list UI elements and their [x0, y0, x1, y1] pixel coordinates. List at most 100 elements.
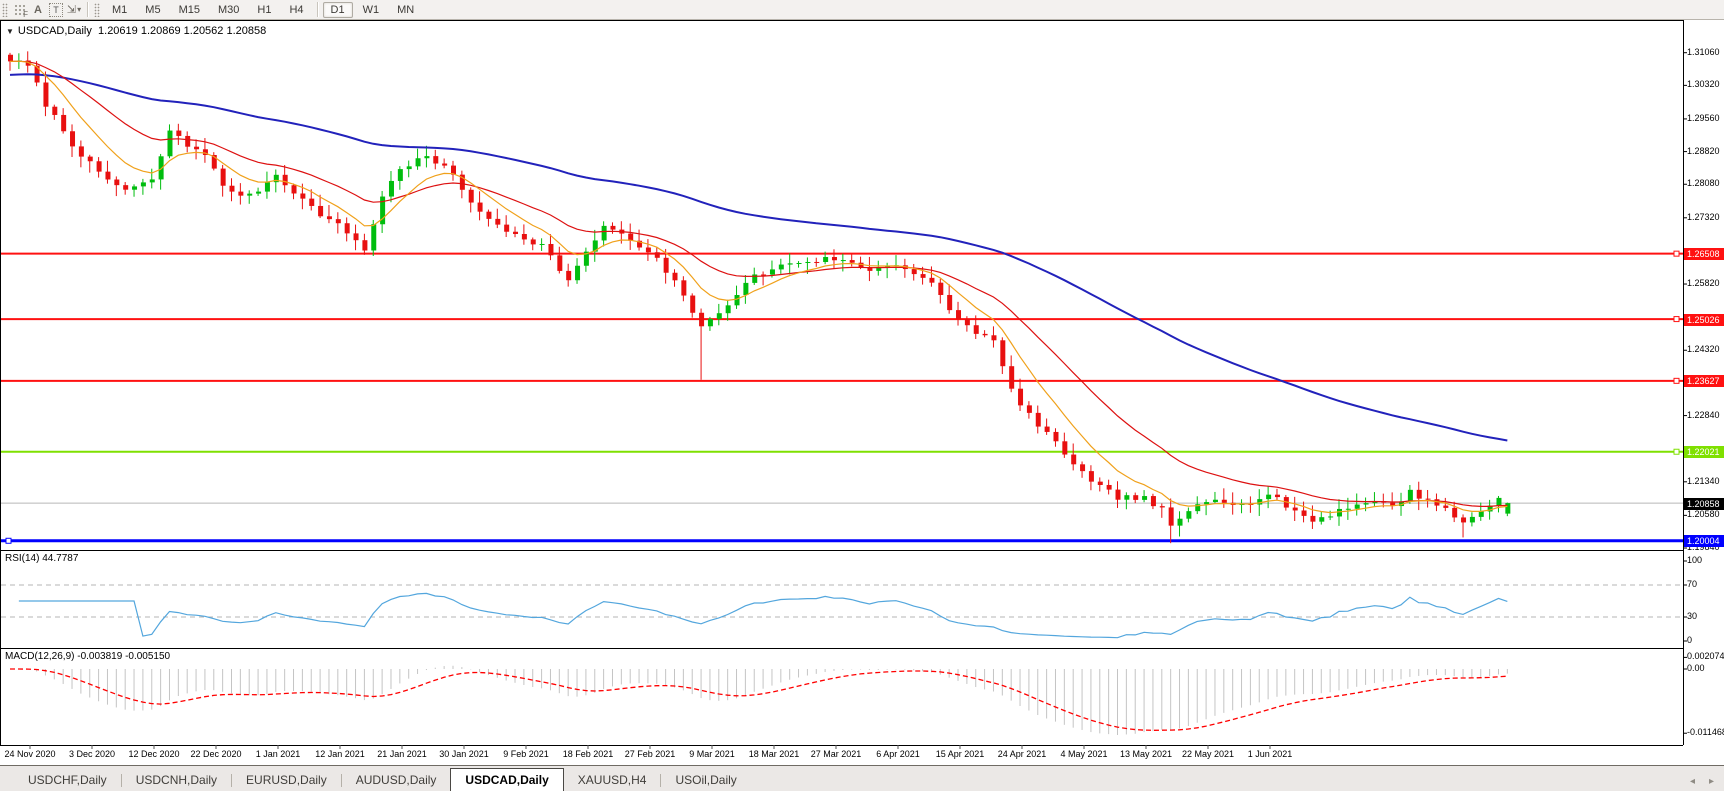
candle-body — [716, 313, 722, 319]
candle-body — [672, 272, 678, 281]
candle-body — [247, 193, 253, 196]
candle-body — [256, 191, 262, 194]
candle-body — [1469, 516, 1475, 523]
candle-body — [1452, 507, 1458, 518]
horizontal-lines[interactable] — [1, 250, 1683, 544]
candle-body — [1461, 517, 1467, 523]
candle-body — [468, 189, 474, 203]
axis-price-label: 1.28080 — [1687, 178, 1720, 189]
candle-body — [1133, 495, 1139, 500]
candle-body — [681, 280, 687, 296]
hline-anchor[interactable] — [1673, 316, 1680, 323]
candle-body — [1097, 481, 1103, 485]
axis-price-label: 1.31060 — [1687, 46, 1720, 57]
candle-body — [1266, 494, 1272, 500]
axis-price-label: 1.24320 — [1687, 344, 1720, 355]
candle-body — [663, 257, 669, 273]
candle-body — [167, 130, 173, 157]
candle-body — [1035, 412, 1041, 427]
chart-canvas[interactable] — [0, 0, 1724, 790]
candle-body — [1071, 454, 1077, 465]
candle-body — [947, 294, 953, 311]
macd-signal-line — [10, 668, 1508, 731]
candle-body — [318, 205, 324, 217]
candle-body — [1505, 503, 1511, 514]
hline-anchor[interactable] — [1673, 377, 1680, 384]
chart-ohlc-values: 1.20619 1.20869 1.20562 1.20858 — [98, 25, 267, 37]
candle-body — [513, 231, 519, 234]
candle-body — [911, 269, 917, 275]
chart-symbol: USDCAD,Daily — [17, 25, 92, 37]
ma-slow — [9, 73, 1508, 442]
candle-body — [530, 239, 536, 245]
candle-body — [264, 182, 270, 192]
candle-body — [495, 218, 501, 225]
candle-body — [929, 277, 935, 283]
candle-body — [787, 263, 793, 265]
candle-body — [300, 193, 306, 199]
candle-body — [566, 270, 572, 281]
candle-body — [486, 211, 492, 219]
rsi-line — [18, 592, 1508, 639]
candle-body — [601, 225, 607, 241]
axis-badge-support-line: 1.20004 — [1684, 535, 1724, 548]
candle-body — [769, 269, 775, 275]
candle-body — [964, 319, 970, 326]
hline-anchor[interactable] — [1673, 448, 1680, 455]
candle-body — [761, 274, 767, 276]
candle-body — [814, 261, 820, 263]
candle-body — [1425, 498, 1431, 500]
candle-body — [415, 158, 421, 167]
hline-anchor[interactable] — [5, 537, 12, 544]
candle-body — [1018, 388, 1024, 406]
candle-body — [831, 257, 837, 261]
hline-anchor[interactable] — [1673, 250, 1680, 257]
candle-body — [1106, 484, 1112, 490]
rsi-axis-label: 70 — [1687, 579, 1698, 589]
candle-body — [78, 146, 84, 157]
candle-body — [796, 263, 802, 265]
axis-price-label: 1.22840 — [1687, 409, 1720, 420]
candle-body — [114, 179, 120, 186]
axis-badge-resistance-line: 1.25026 — [1684, 313, 1724, 326]
candle-body — [840, 260, 846, 262]
axis-badge-level-line: 1.22021 — [1684, 446, 1724, 459]
candle-body — [477, 202, 483, 212]
candle-body — [149, 179, 155, 183]
axis-badge-resistance-line: 1.23627 — [1684, 375, 1724, 388]
candle-body — [362, 240, 368, 251]
candle-body — [220, 168, 226, 186]
candle-body — [823, 257, 829, 263]
rsi-layer — [1, 584, 1682, 639]
candle-body — [734, 295, 740, 306]
ma-fast — [9, 60, 1508, 514]
candle-body — [1080, 464, 1086, 472]
moving-averages — [9, 60, 1508, 514]
axis-badge-resistance-line: 1.26508 — [1684, 248, 1724, 261]
rsi-axis-label: 30 — [1687, 611, 1698, 621]
candle-body — [238, 191, 244, 196]
candle-body — [956, 310, 962, 320]
candle-body — [87, 156, 93, 162]
candle-body — [707, 318, 713, 327]
candle-body — [557, 255, 563, 271]
tab-usdcad-daily[interactable]: USDCAD,Daily — [450, 768, 564, 791]
candle-body — [132, 186, 138, 190]
chart-dropdown-icon[interactable]: ▼ — [6, 27, 14, 36]
axis-price-label: 1.28820 — [1687, 145, 1720, 156]
candle-body — [406, 166, 412, 170]
candle-body — [1407, 489, 1413, 502]
candle-body — [61, 114, 67, 132]
candle-body — [1301, 510, 1307, 516]
candle-body — [1186, 511, 1192, 519]
candle-body — [805, 261, 811, 264]
candle-body — [1354, 504, 1360, 509]
candle-body — [1115, 489, 1121, 500]
candle-body — [1009, 366, 1015, 389]
macd-axis-label: 0.002074 — [1687, 651, 1724, 662]
candle-body — [1363, 503, 1369, 505]
candle-body — [433, 156, 439, 164]
candle-body — [1292, 507, 1298, 511]
candle-body — [105, 171, 111, 180]
candle-body — [1177, 518, 1183, 526]
